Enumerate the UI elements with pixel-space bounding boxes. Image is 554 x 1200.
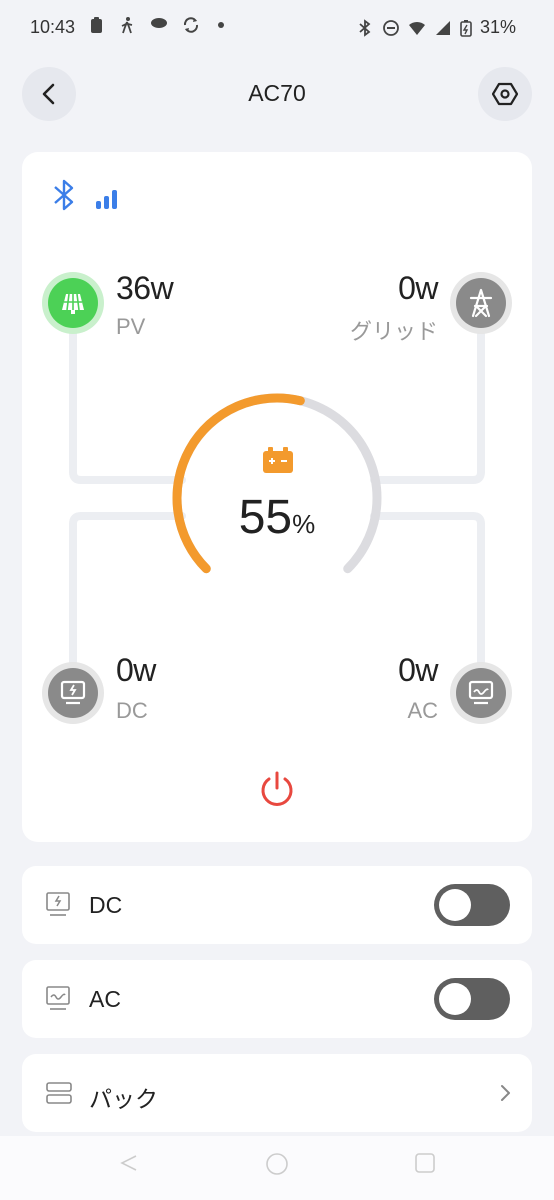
- page-title: AC70: [248, 80, 306, 106]
- ac-label: AC: [407, 698, 438, 723]
- dc-label: DC: [116, 698, 148, 723]
- grid-label: グリッド: [349, 319, 438, 344]
- dot-icon: [218, 22, 224, 28]
- dnd-icon: [383, 19, 399, 36]
- battery-status-icon: [460, 19, 472, 37]
- wifi-icon: [408, 21, 425, 35]
- power-flow-card: 36w PV 0w グリッド 55% 0w DC 0w AC: [22, 152, 532, 842]
- chevron-right-icon: [501, 1085, 510, 1101]
- ac-output-toggle[interactable]: [434, 978, 510, 1020]
- hexagon-settings-icon: [492, 82, 518, 106]
- pv-label: PV: [116, 314, 146, 339]
- weather-icon: [151, 18, 167, 28]
- grid-node[interactable]: [450, 272, 512, 334]
- ac-output-icon: [468, 680, 494, 705]
- pack-row[interactable]: パック: [22, 1054, 532, 1132]
- nav-back-icon[interactable]: [118, 1152, 140, 1174]
- battery-status-text: 31%: [479, 17, 516, 37]
- dc-output-row-icon: [46, 892, 70, 916]
- solar-panel-icon: [62, 293, 84, 314]
- pv-node[interactable]: [42, 272, 104, 334]
- dc-value: 0w: [116, 652, 156, 688]
- ac-output-row-icon: [46, 986, 70, 1010]
- dc-output-row: DC: [22, 866, 532, 944]
- bluetooth-icon: [54, 179, 74, 211]
- status-right: 31%: [356, 17, 516, 38]
- signal-icon: [435, 20, 450, 35]
- walking-icon: [121, 17, 133, 34]
- toggle-knob: [439, 889, 471, 921]
- nav-recents-icon[interactable]: [414, 1152, 436, 1174]
- ac-output-label: AC: [89, 986, 121, 1012]
- status-time: 10:43: [30, 17, 76, 37]
- dc-output-icon: [60, 680, 86, 705]
- nav-home-icon[interactable]: [265, 1152, 289, 1176]
- bluetooth-status-icon: [359, 18, 371, 37]
- dc-node[interactable]: [42, 662, 104, 724]
- pack-icon: [46, 1082, 72, 1104]
- grid-tower-icon: [469, 288, 493, 318]
- pv-value: 36w: [116, 270, 174, 306]
- clipboard-icon: [91, 17, 102, 33]
- ac-node[interactable]: [450, 662, 512, 724]
- power-button[interactable]: [258, 770, 296, 810]
- grid-value: 0w: [398, 270, 438, 306]
- sync-icon: [183, 17, 199, 33]
- system-nav-bar: [0, 1136, 554, 1200]
- dc-output-toggle[interactable]: [434, 884, 510, 926]
- battery-percent: 55%: [22, 490, 532, 545]
- battery-percent-unit: %: [292, 509, 316, 539]
- status-left-icons: [88, 16, 230, 34]
- signal-strength-icon: [96, 190, 117, 209]
- toggle-knob: [439, 983, 471, 1015]
- pack-label: パック: [89, 1086, 158, 1112]
- battery-icon: [263, 447, 293, 473]
- ac-value: 0w: [398, 652, 438, 688]
- battery-gauge: [172, 393, 382, 574]
- ac-output-row: AC: [22, 960, 532, 1038]
- status-bar: 10:43 31%: [0, 0, 554, 56]
- dc-output-label: DC: [89, 892, 123, 918]
- settings-button[interactable]: [478, 67, 532, 121]
- battery-percent-value: 55: [238, 491, 293, 544]
